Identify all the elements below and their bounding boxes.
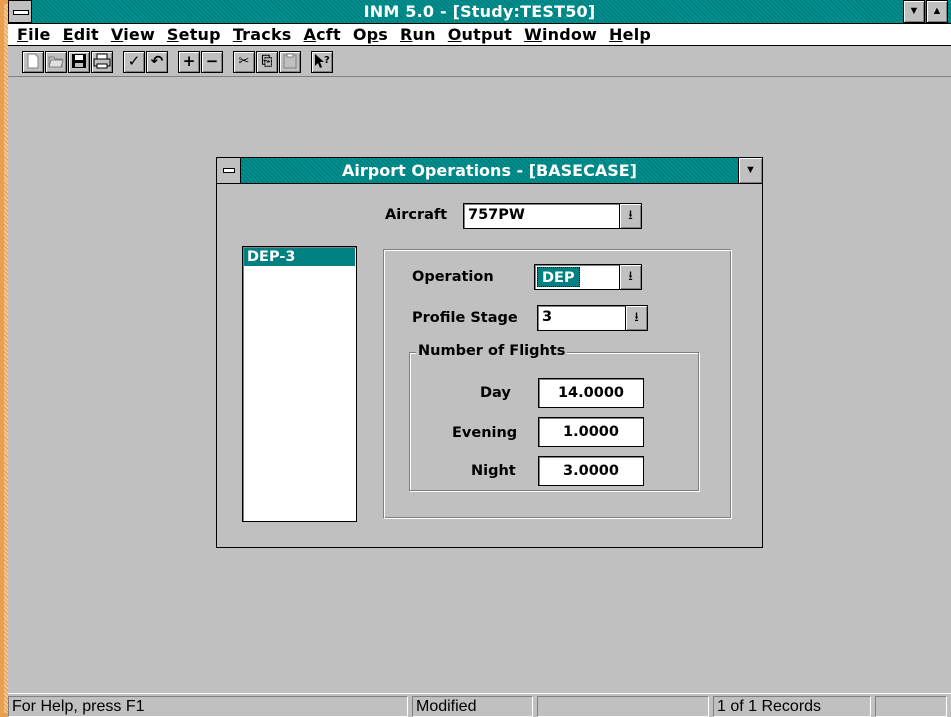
status-last-cell <box>875 696 947 717</box>
aircraft-dropdown-button[interactable]: ⭳ <box>619 204 641 228</box>
paste-icon[interactable] <box>279 51 301 73</box>
aircraft-value: 757PW <box>468 207 525 223</box>
list-item[interactable]: DEP-3 <box>244 248 355 266</box>
dialog-minimize-button[interactable]: ▼ <box>738 158 762 183</box>
dialog-title: Airport Operations - [BASECASE] <box>342 161 637 180</box>
night-label: Night <box>471 463 516 479</box>
menu-setup[interactable]: Setup <box>164 25 230 44</box>
menu-tracks[interactable]: Tracks <box>230 25 301 44</box>
profile-stage-dropdown-button[interactable]: ⭳ <box>625 306 647 330</box>
menu-output[interactable]: Output <box>445 25 521 44</box>
dialog-title-bar[interactable]: Airport Operations - [BASECASE] ▼ <box>217 158 762 184</box>
copy-icon[interactable]: ⎘ <box>256 51 278 73</box>
app-title-bar[interactable]: INM 5.0 - [Study:TEST50] ▼ ▲ <box>8 0 951 24</box>
aircraft-label: Aircraft <box>385 207 448 223</box>
menu-bar: File Edit View Setup Tracks Acft Ops Run… <box>8 24 951 46</box>
menu-file[interactable]: File <box>14 25 60 44</box>
aircraft-combo[interactable]: 757PW ⭳ <box>463 203 642 229</box>
printer-icon[interactable] <box>91 51 113 73</box>
add-icon[interactable]: + <box>178 51 200 73</box>
operation-combo[interactable]: DEP ⭳ <box>534 264 642 290</box>
context-help-icon[interactable]: ? <box>311 51 333 73</box>
status-modified: Modified <box>412 696 533 717</box>
cut-icon[interactable]: ✂ <box>233 51 255 73</box>
save-disk-icon[interactable] <box>68 51 90 73</box>
status-empty-cell <box>537 696 709 717</box>
toolbar: ✓ ↶ + − ✂ ⎘ ? <box>8 47 951 77</box>
check-icon[interactable]: ✓ <box>123 51 145 73</box>
menu-acft[interactable]: Acft <box>301 25 350 44</box>
flights-group-label: Number of Flights <box>416 343 568 359</box>
minimize-button[interactable]: ▼ <box>903 0 925 23</box>
profile-stage-label: Profile Stage <box>412 310 518 326</box>
status-help-text: For Help, press F1 <box>8 696 408 717</box>
evening-field[interactable]: 1.0000 <box>538 417 644 447</box>
operation-dropdown-button[interactable]: ⭳ <box>619 265 641 289</box>
evening-label: Evening <box>452 425 518 441</box>
maximize-button[interactable]: ▲ <box>926 0 948 23</box>
menu-run[interactable]: Run <box>397 25 445 44</box>
menu-ops[interactable]: Ops <box>350 25 397 44</box>
operation-label: Operation <box>412 269 494 285</box>
status-records: 1 of 1 Records <box>713 696 871 717</box>
svg-text:?: ? <box>324 55 330 66</box>
menu-edit[interactable]: Edit <box>60 25 108 44</box>
open-folder-icon[interactable] <box>45 51 67 73</box>
operations-list[interactable]: DEP-3 <box>242 246 357 522</box>
app-title: INM 5.0 - [Study:TEST50] <box>363 2 596 21</box>
dialog-system-menu-button[interactable] <box>217 158 241 183</box>
remove-icon[interactable]: − <box>201 51 223 73</box>
airport-operations-window: Airport Operations - [BASECASE] ▼ Aircra… <box>216 157 763 548</box>
day-label: Day <box>480 385 511 401</box>
profile-stage-value: 3 <box>542 309 553 325</box>
profile-stage-combo[interactable]: 3 ⭳ <box>537 305 648 331</box>
menu-view[interactable]: View <box>108 25 164 44</box>
day-field[interactable]: 14.0000 <box>538 378 644 408</box>
night-field[interactable]: 3.0000 <box>538 456 644 486</box>
menu-help[interactable]: Help <box>606 25 660 44</box>
operation-value: DEP <box>537 267 580 287</box>
new-document-icon[interactable] <box>22 51 44 73</box>
status-bar: For Help, press F1 Modified 1 of 1 Recor… <box>8 693 951 717</box>
menu-window[interactable]: Window <box>521 25 606 44</box>
undo-icon[interactable]: ↶ <box>146 51 168 73</box>
